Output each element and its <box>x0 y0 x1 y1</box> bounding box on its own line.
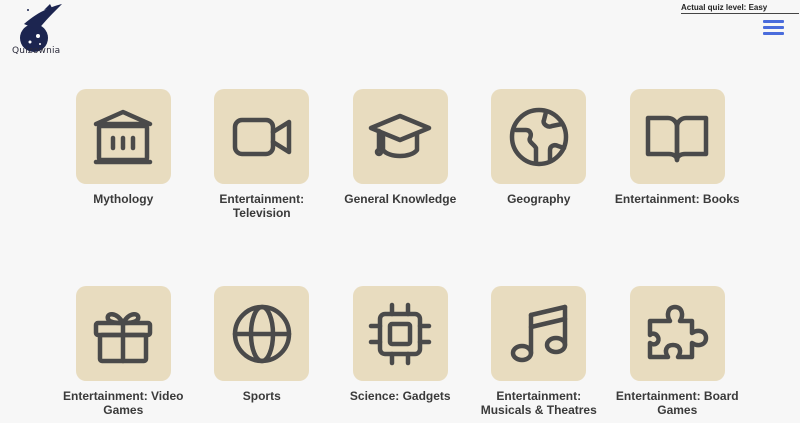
chip-icon <box>369 302 432 365</box>
category-tile[interactable] <box>491 286 587 381</box>
category-tile[interactable] <box>352 286 448 381</box>
book-icon <box>646 115 709 162</box>
category-tile[interactable] <box>75 286 171 381</box>
category-entertainment-board-games[interactable]: Entertainment: Board Games <box>608 286 747 417</box>
category-sports[interactable]: Sports <box>193 286 332 417</box>
category-label: Sports <box>242 389 281 403</box>
category-tile[interactable] <box>214 286 310 381</box>
gift-icon <box>94 311 153 363</box>
category-label: Entertainment: Television <box>219 192 305 220</box>
category-tile[interactable] <box>629 89 725 184</box>
hamburger-menu-icon[interactable] <box>763 19 784 36</box>
category-label: Entertainment: Books <box>614 192 740 206</box>
category-entertainment-video-games[interactable]: Entertainment: Video Games <box>54 286 193 417</box>
category-label: Entertainment: Musicals & Theatres <box>480 389 597 417</box>
category-entertainment-books[interactable]: Entertainment: Books <box>608 89 747 220</box>
category-label: Mythology <box>93 192 154 206</box>
category-tile[interactable] <box>629 286 725 381</box>
globe-icon <box>232 304 291 363</box>
category-tile[interactable] <box>491 89 587 184</box>
logo-text: Quizownia <box>12 46 61 56</box>
category-science-gadgets[interactable]: Science: Gadgets <box>331 286 470 417</box>
category-geography[interactable]: Geography <box>470 89 609 220</box>
category-label: Geography <box>507 192 571 206</box>
graduation-cap-icon <box>369 113 432 158</box>
category-label: Science: Gadgets <box>349 389 451 403</box>
category-tile[interactable] <box>75 89 171 184</box>
category-entertainment-musicals-theatres[interactable]: Entertainment: Musicals & Theatres <box>470 286 609 417</box>
category-grid: Mythology Entertainment: Television Gene… <box>54 89 754 417</box>
quiz-level-text: Actual quiz level: Easy <box>681 3 799 14</box>
music-note-icon <box>510 304 567 362</box>
category-mythology[interactable]: Mythology <box>54 89 193 220</box>
category-tile[interactable] <box>352 89 448 184</box>
temple-icon <box>94 109 153 164</box>
category-general-knowledge[interactable]: General Knowledge <box>331 89 470 220</box>
category-tile[interactable] <box>214 89 310 184</box>
category-label: Entertainment: Video Games <box>63 389 184 417</box>
puzzle-icon <box>648 304 709 359</box>
category-label: Entertainment: Board Games <box>615 389 739 417</box>
category-label: General Knowledge <box>344 192 457 206</box>
category-entertainment-television[interactable]: Entertainment: Television <box>193 89 332 220</box>
video-camera-icon <box>232 117 291 156</box>
earth-icon <box>509 107 568 166</box>
